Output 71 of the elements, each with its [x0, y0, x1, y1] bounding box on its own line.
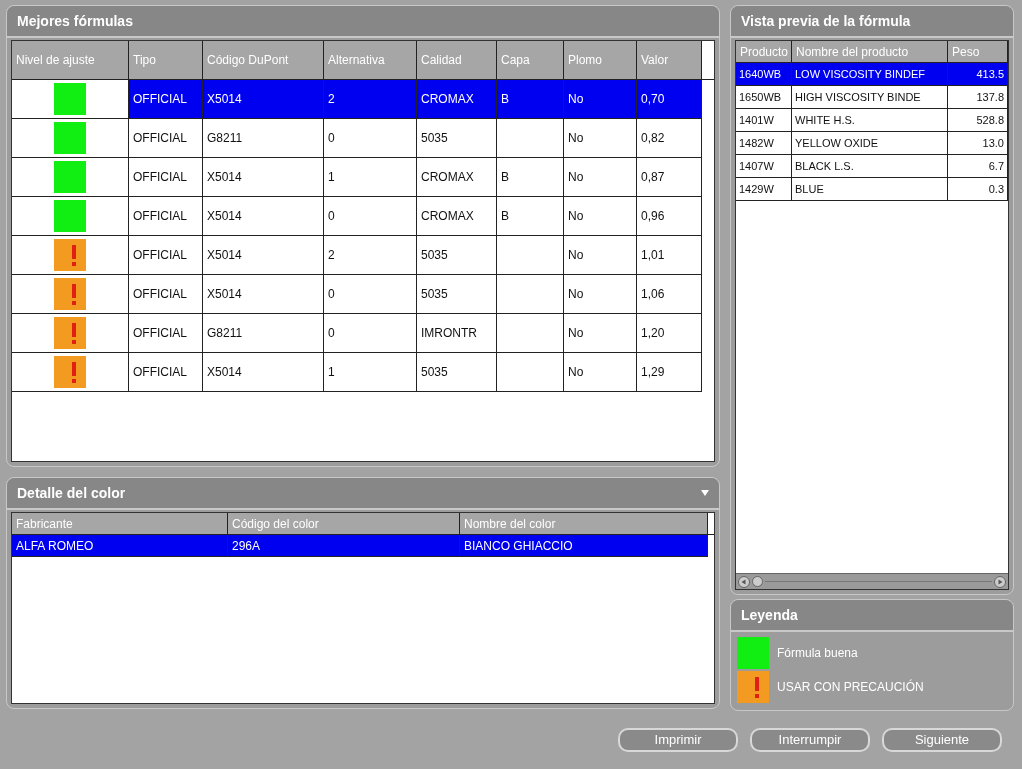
table-row[interactable]: 1482W YELLOW OXIDE 13.0	[736, 132, 1008, 155]
panel-title: Leyenda	[741, 605, 798, 625]
column-header[interactable]: Valor	[637, 41, 702, 79]
table-cell: B	[497, 80, 564, 118]
table-cell: YELLOW OXIDE	[792, 132, 948, 154]
collapse-icon[interactable]	[701, 489, 709, 497]
table-cell: 296A	[228, 535, 460, 556]
panel-title: Mejores fórmulas	[17, 11, 133, 31]
panel-title: Detalle del color	[17, 483, 126, 503]
column-header[interactable]: Código DuPont	[203, 41, 324, 79]
table-row[interactable]: OFFICIAL G8211 0 IMRONTR No 1,20	[12, 314, 702, 353]
table-cell: 1650WB	[736, 86, 792, 108]
action-button[interactable]: Imprimir	[618, 728, 738, 752]
table-cell: 1401W	[736, 109, 792, 131]
table-cell: 137.8	[948, 86, 1008, 108]
table-row[interactable]: OFFICIAL X5014 2 5035 No 1,01	[12, 236, 702, 275]
table-cell: ALFA ROMEO	[12, 535, 228, 556]
scroll-left-icon[interactable]	[738, 575, 750, 588]
table-row[interactable]: OFFICIAL X5014 1 5035 No 1,29	[12, 353, 702, 392]
column-header[interactable]: Peso	[948, 41, 1008, 62]
column-header[interactable]: Calidad	[417, 41, 497, 79]
table-cell: BIANCO GHIACCIO	[460, 535, 708, 556]
horizontal-scrollbar[interactable]	[736, 573, 1008, 589]
table-row[interactable]: OFFICIAL X5014 1 CROMAX B No 0,87	[12, 158, 702, 197]
table-cell: 13.0	[948, 132, 1008, 154]
column-header[interactable]: Producto	[736, 41, 792, 62]
column-header[interactable]: Capa	[497, 41, 564, 79]
column-header[interactable]: Código del color	[228, 513, 460, 534]
column-header[interactable]: Tipo	[129, 41, 203, 79]
table-cell: No	[564, 80, 637, 118]
table-row[interactable]: ALFA ROMEO 296A BIANCO GHIACCIO	[12, 535, 708, 557]
table-row[interactable]: 1429W BLUE 0.3	[736, 178, 1008, 201]
table-cell: 413.5	[948, 63, 1008, 85]
table-cell: LOW VISCOSITY BINDEF	[792, 63, 948, 85]
column-header[interactable]: Nombre del color	[460, 513, 708, 534]
column-header[interactable]: Nombre del producto	[792, 41, 948, 62]
table-cell: 2	[324, 80, 417, 118]
table-row[interactable]: OFFICIAL X5014 0 CROMAX B No 0,96	[12, 197, 702, 236]
action-button[interactable]: Siguiente	[882, 728, 1002, 752]
table-row[interactable]: OFFICIAL G8211 0 5035 No 0,82	[12, 119, 702, 158]
legend-label: USAR CON PRECAUCIÓN	[777, 678, 924, 696]
table-cell: 6.7	[948, 155, 1008, 177]
table-cell: OFFICIAL	[129, 80, 203, 118]
column-header[interactable]: Fabricante	[12, 513, 228, 534]
column-header[interactable]: Nivel de ajuste	[12, 41, 129, 79]
column-header[interactable]: Plomo	[564, 41, 637, 79]
action-button[interactable]: Interrumpir	[750, 728, 870, 752]
table-row[interactable]: 1650WB HIGH VISCOSITY BINDE 137.8	[736, 86, 1008, 109]
table-cell: 1640WB	[736, 63, 792, 85]
table-cell: X5014	[203, 80, 324, 118]
scroll-right-icon[interactable]	[994, 575, 1006, 588]
table-row[interactable]: OFFICIAL X5014 2 CROMAX B No 0,70	[12, 80, 702, 119]
table-cell: CROMAX	[417, 80, 497, 118]
table-row[interactable]: 1407W BLACK L.S. 6.7	[736, 155, 1008, 178]
legend-label: Fórmula buena	[777, 645, 858, 662]
table-row[interactable]: OFFICIAL X5014 0 5035 No 1,06	[12, 275, 702, 314]
table-cell: BLUE	[792, 178, 948, 200]
table-cell: 1407W	[736, 155, 792, 177]
table-cell: 1482W	[736, 132, 792, 154]
table-cell: WHITE H.S.	[792, 109, 948, 131]
table-cell: 0,70	[637, 80, 702, 118]
table-cell: 0.3	[948, 178, 1008, 200]
table-cell: BLACK L.S.	[792, 155, 948, 177]
table-row[interactable]: 1640WB LOW VISCOSITY BINDEF 413.5	[736, 63, 1008, 86]
table-cell: HIGH VISCOSITY BINDE	[792, 86, 948, 108]
table-cell: 1429W	[736, 178, 792, 200]
table-cell: 528.8	[948, 109, 1008, 131]
column-header[interactable]: Alternativa	[324, 41, 417, 79]
table-row[interactable]: 1401W WHITE H.S. 528.8	[736, 109, 1008, 132]
panel-title: Vista previa de la fórmula	[741, 11, 911, 31]
scroll-thumb[interactable]	[752, 576, 763, 587]
